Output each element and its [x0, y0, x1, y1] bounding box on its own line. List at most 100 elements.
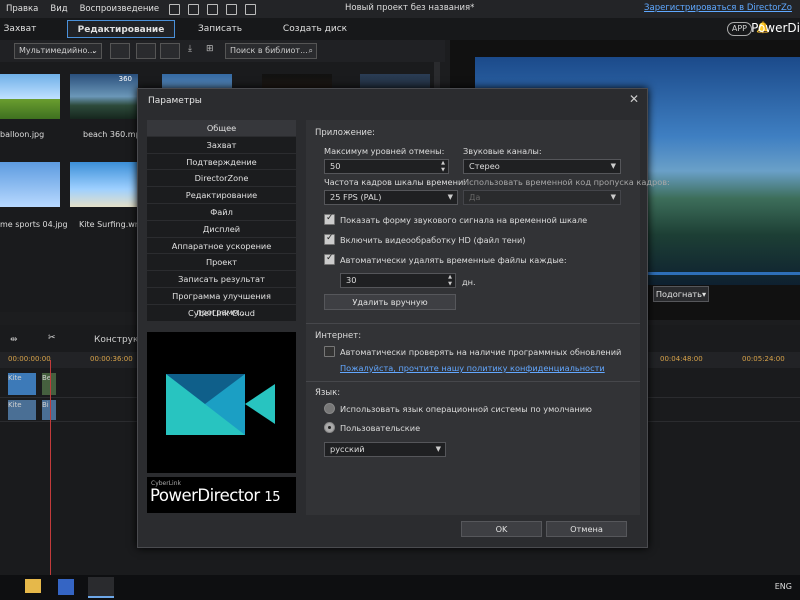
privacy-link[interactable]: Пожалуйста, прочтите нашу политику конфи… — [340, 363, 605, 373]
thumb-label: Kite Surfing.wm — [79, 220, 143, 229]
spinner-icon: ▲ ▼ — [441, 160, 445, 173]
library-filter-dropdown[interactable]: Мультимедийно... ⌄ — [14, 43, 102, 59]
timecode-select[interactable]: Да ▼ — [463, 190, 621, 205]
thumb-balloon[interactable] — [0, 74, 60, 119]
days-unit: дн. — [462, 277, 476, 287]
chevron-down-icon: ▼ — [447, 193, 453, 201]
nav-capture[interactable]: Захват — [147, 136, 296, 154]
spinner-icon: ▲ ▼ — [448, 274, 452, 287]
thumb-sports[interactable] — [0, 162, 60, 207]
powerdirector-wordmark: CyberLink PowerDirector 15 — [147, 477, 296, 513]
clip[interactable]: Be — [42, 373, 56, 395]
days-input[interactable]: 30 ▲ ▼ — [340, 273, 456, 288]
thumb-beach360[interactable]: 360 — [70, 74, 138, 119]
save-app-icon[interactable] — [58, 579, 74, 595]
auto-delete-checkbox[interactable] — [324, 253, 335, 265]
thumb-label: balloon.jpg — [0, 130, 45, 139]
powerdirector-logo — [147, 332, 296, 473]
menu-view[interactable]: Вид — [44, 4, 73, 14]
nav-general[interactable]: Общее — [147, 120, 296, 137]
undo-label: Максимум уровней отмены: — [324, 146, 445, 156]
menu-playback[interactable]: Воспроизведение — [74, 4, 166, 14]
clip[interactable]: Bi — [42, 400, 56, 420]
nav-project[interactable]: Проект — [147, 254, 296, 272]
split-icon[interactable]: ⇹ — [10, 335, 18, 345]
time-label: 00:00:00:00 — [8, 355, 51, 363]
tab-create-disc[interactable]: Создать диск — [280, 20, 350, 38]
dialog-title: Параметры — [148, 96, 202, 106]
undo-icon[interactable] — [188, 3, 200, 15]
lang-os-radio[interactable] — [324, 403, 335, 414]
nav-editing[interactable]: Редактирование — [147, 187, 296, 204]
import-icon[interactable]: ⤓ — [188, 44, 192, 54]
audio-channels-select[interactable]: Стерео ▼ — [463, 159, 621, 174]
aspect-icon[interactable] — [226, 3, 238, 15]
lang-custom-radio[interactable] — [324, 422, 335, 433]
nav-confirmation[interactable]: Подтверждение — [147, 153, 296, 171]
plugin-icon[interactable]: ⊞ — [206, 44, 214, 54]
lang-indicator[interactable]: ENG — [775, 582, 792, 591]
divider — [306, 323, 640, 324]
clip[interactable]: Kite — [8, 400, 36, 420]
waveform-label: Показать форму звукового сигнала на врем… — [340, 215, 588, 225]
nav-hardware[interactable]: Аппаратное ускорение — [147, 237, 296, 255]
save-icon[interactable] — [169, 3, 181, 15]
settings-icon[interactable] — [245, 3, 257, 15]
time-label: 00:00:36:00 — [90, 355, 133, 363]
lang-os-label: Использовать язык операционной системы п… — [340, 404, 592, 414]
section-application: Приложение: — [315, 128, 376, 138]
tab-edit[interactable]: Редактирование — [67, 20, 175, 38]
thumb-kite[interactable] — [70, 162, 138, 207]
register-link[interactable]: Зарегистрироваться в DirectorZo — [644, 3, 792, 13]
redo-icon[interactable] — [207, 3, 219, 15]
time-label: 00:04:48:00 — [660, 355, 703, 363]
auto-update-label: Автоматически проверять на наличие прогр… — [340, 347, 622, 357]
language-select[interactable]: русский ▼ — [324, 442, 446, 457]
auto-update-checkbox[interactable] — [324, 346, 335, 357]
close-icon[interactable]: ✕ — [627, 92, 641, 106]
audio-filter-icon[interactable] — [160, 43, 180, 59]
time-label: 00:05:24:00 — [742, 355, 785, 363]
waveform-checkbox[interactable] — [324, 213, 335, 225]
nav-directorzone[interactable]: DirectorZone — [147, 170, 296, 188]
nav-produce[interactable]: Записать результат — [147, 271, 296, 288]
lang-custom-label: Пользовательские — [340, 423, 421, 433]
tab-produce[interactable]: Записать результат — [180, 20, 260, 52]
delete-manually-button[interactable]: Удалить вручную — [324, 294, 456, 310]
divider — [306, 381, 640, 382]
powerdirector-icon[interactable] — [88, 577, 114, 598]
settings-dialog: Параметры ✕ Общее Захват Подтверждение D… — [137, 88, 670, 548]
image-filter-icon[interactable] — [136, 43, 156, 59]
cancel-button[interactable]: Отмена — [546, 521, 627, 537]
fit-dropdown[interactable]: Подогнать▾ — [653, 286, 709, 302]
scissors-icon[interactable]: ✂ — [48, 333, 56, 343]
menu-bar: Правка Вид Воспроизведение Новый проект … — [0, 0, 800, 18]
clip[interactable]: Kite — [8, 373, 36, 395]
nav-improvement[interactable]: Программа улучшения программ... — [147, 287, 296, 317]
folder-icon[interactable] — [25, 579, 41, 593]
nav-file[interactable]: Файл — [147, 203, 296, 221]
auto-delete-label: Автоматически удалять временные файлы ка… — [340, 255, 567, 265]
search-icon: ⌕ — [308, 46, 313, 55]
playhead[interactable] — [50, 360, 51, 575]
nav-cloud[interactable]: CyberLink Cloud — [147, 304, 296, 322]
menu-edit[interactable]: Правка — [0, 4, 44, 14]
window-title: Новый проект без названия* — [345, 3, 475, 13]
thumb-label: me sports 04.jpg — [0, 220, 68, 229]
library-search-input[interactable]: Поиск в библиот... ⌕ — [225, 43, 317, 59]
hd-shadow-checkbox[interactable] — [324, 233, 335, 245]
settings-panel: Приложение: Максимум уровней отмены: 50 … — [306, 120, 670, 515]
chevron-down-icon: ▼ — [610, 162, 616, 170]
brand-title: PowerDi — [751, 21, 800, 35]
tab-capture[interactable]: Захват — [0, 20, 40, 38]
ok-button[interactable]: OK — [461, 521, 542, 537]
settings-nav: Общее Захват Подтверждение DirectorZone … — [147, 120, 296, 322]
fps-select[interactable]: 25 FPS (PAL) ▼ — [324, 190, 458, 205]
app-button[interactable]: APP — [726, 22, 752, 36]
undo-levels-input[interactable]: 50 ▲ ▼ — [324, 159, 449, 174]
taskbar: ENG — [0, 575, 800, 600]
library-toolbar: Мультимедийно... ⌄ ⤓ ⊞ Поиск в библиот...… — [0, 40, 445, 62]
audio-channels-label: Звуковые каналы: — [463, 146, 542, 156]
nav-display[interactable]: Дисплей — [147, 220, 296, 238]
video-filter-icon[interactable] — [110, 43, 130, 59]
